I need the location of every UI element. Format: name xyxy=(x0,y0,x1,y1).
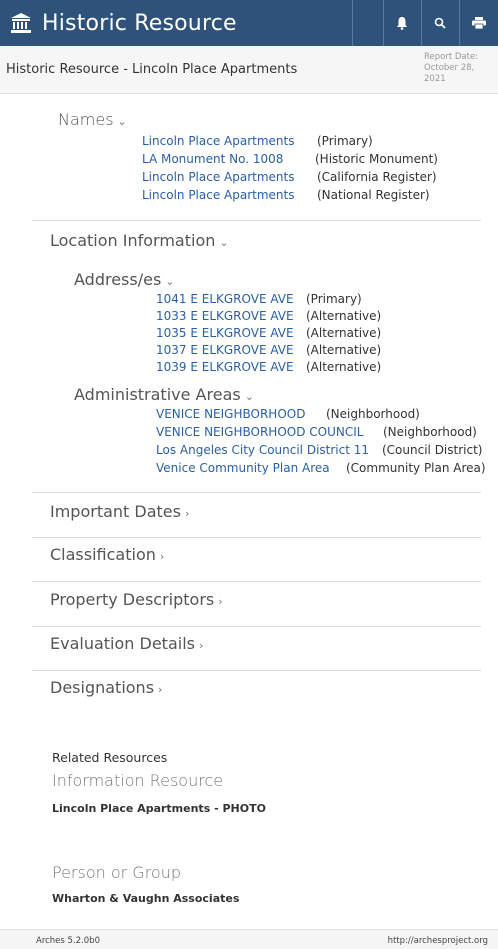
address-type: (Alternative) xyxy=(306,360,382,374)
chevron-down-icon: ⌄ xyxy=(219,236,229,249)
printer-icon xyxy=(472,17,486,29)
chevron-right-icon: › xyxy=(218,595,223,608)
name-type: (Historic Monument) xyxy=(315,152,438,166)
admin-area-row: Venice Community Plan Area (Community Pl… xyxy=(156,461,486,475)
report-title: Historic Resource - Lincoln Place Apartm… xyxy=(6,62,298,77)
chevron-down-icon: ⌄ xyxy=(117,115,127,128)
address-row: 1041 E ELKGROVE AVE (Primary) xyxy=(156,292,362,306)
name-type: (Primary) xyxy=(317,134,373,148)
version-label: Arches 5.2.0b0 xyxy=(36,936,100,946)
admin-area-type: (Neighborhood) xyxy=(383,425,477,439)
arches-link[interactable]: http://archesproject.org xyxy=(388,936,488,946)
report-date-label: Report Date: xyxy=(424,52,479,62)
section-label: Evaluation Details xyxy=(50,634,195,653)
related-group-type: Person or Group xyxy=(52,863,182,882)
admin-area-type: (Council District) xyxy=(382,443,483,457)
name-row: Lincoln Place Apartments (National Regis… xyxy=(142,188,430,202)
name-type: (California Register) xyxy=(317,170,437,184)
chevron-right-icon: › xyxy=(158,683,163,696)
admin-area-row: VENICE NEIGHBORHOOD (Neighborhood) xyxy=(156,407,420,421)
admin-areas-toggle[interactable]: Administrative Areas ⌄ xyxy=(74,385,254,404)
museum-icon xyxy=(6,8,36,38)
address-type: (Alternative) xyxy=(306,326,382,340)
names-toggle[interactable]: Names ⌄ xyxy=(58,110,127,129)
admin-area-row: VENICE NEIGHBORHOOD COUNCIL (Neighborhoo… xyxy=(156,425,477,439)
section-important-dates[interactable]: Important Dates › xyxy=(50,502,189,521)
admin-area-type: (Community Plan Area) xyxy=(346,461,486,475)
name-link[interactable]: Lincoln Place Apartments xyxy=(142,170,295,184)
admin-area-type: (Neighborhood) xyxy=(326,407,420,421)
report-date: Report Date: October 28, 2021 xyxy=(424,52,494,85)
related-resources-label: Related Resources xyxy=(52,750,168,765)
section-classification[interactable]: Classification › xyxy=(50,545,164,564)
name-row: LA Monument No. 1008 (Historic Monument) xyxy=(142,152,438,166)
notifications-button[interactable] xyxy=(384,0,420,46)
chevron-right-icon: › xyxy=(198,639,204,652)
section-property-descriptors[interactable]: Property Descriptors › xyxy=(50,590,223,609)
name-link[interactable]: Lincoln Place Apartments xyxy=(142,188,295,202)
divider xyxy=(32,670,481,671)
section-evaluation-details[interactable]: Evaluation Details › xyxy=(50,634,203,653)
name-row: Lincoln Place Apartments (Primary) xyxy=(142,134,373,148)
related-group-type: Information Resource xyxy=(52,771,224,790)
name-link[interactable]: Lincoln Place Apartments xyxy=(142,134,295,148)
admin-areas-heading: Administrative Areas xyxy=(74,385,241,404)
name-link[interactable]: LA Monument No. 1008 xyxy=(142,152,283,166)
address-row: 1039 E ELKGROVE AVE (Alternative) xyxy=(156,360,381,374)
address-link[interactable]: 1041 E ELKGROVE AVE xyxy=(156,292,294,306)
chevron-right-icon: › xyxy=(184,507,190,520)
search-icon xyxy=(434,17,446,29)
address-row: 1035 E ELKGROVE AVE (Alternative) xyxy=(156,326,381,340)
report-date-value: October 28, 2021 xyxy=(424,63,475,84)
address-link[interactable]: 1033 E ELKGROVE AVE xyxy=(156,309,294,323)
print-button[interactable] xyxy=(460,0,498,46)
address-row: 1037 E ELKGROVE AVE (Alternative) xyxy=(156,343,381,357)
admin-area-link[interactable]: Los Angeles City Council District 11 xyxy=(156,443,369,457)
admin-area-link[interactable]: VENICE NEIGHBORHOOD COUNCIL xyxy=(156,425,363,439)
section-label: Designations xyxy=(50,678,155,697)
top-bar: Historic Resource xyxy=(0,0,498,46)
addresses-toggle[interactable]: Address/es ⌄ xyxy=(74,270,175,289)
address-type: (Alternative) xyxy=(306,309,382,323)
related-resource-link[interactable]: Lincoln Place Apartments - PHOTO xyxy=(52,802,266,815)
search-button[interactable] xyxy=(422,0,458,46)
admin-area-row: Los Angeles City Council District 11 (Co… xyxy=(156,443,482,457)
section-label: Property Descriptors xyxy=(50,590,215,609)
chevron-down-icon: ⌄ xyxy=(244,390,254,403)
separator xyxy=(352,0,353,46)
footer: Arches 5.2.0b0 http://archesproject.org xyxy=(0,929,498,949)
location-toggle[interactable]: Location Information ⌄ xyxy=(50,231,229,250)
report-header: Historic Resource - Lincoln Place Apartm… xyxy=(0,46,498,94)
admin-area-link[interactable]: Venice Community Plan Area xyxy=(156,461,330,475)
app-title: Historic Resource xyxy=(42,10,237,36)
divider xyxy=(32,492,481,493)
bell-icon xyxy=(397,17,407,30)
name-type: (National Register) xyxy=(317,188,430,202)
address-link[interactable]: 1039 E ELKGROVE AVE xyxy=(156,360,294,374)
names-heading: Names xyxy=(58,110,114,129)
admin-area-link[interactable]: VENICE NEIGHBORHOOD xyxy=(156,407,305,421)
chevron-right-icon: › xyxy=(159,550,165,563)
divider xyxy=(32,537,481,538)
addresses-heading: Address/es xyxy=(74,270,162,289)
related-resource-link[interactable]: Wharton & Vaughn Associates xyxy=(52,892,239,905)
section-designations[interactable]: Designations › xyxy=(50,678,162,697)
chevron-down-icon: ⌄ xyxy=(165,275,175,288)
section-label: Important Dates xyxy=(50,502,181,521)
divider xyxy=(32,220,481,221)
location-heading: Location Information xyxy=(50,231,216,250)
address-type: (Alternative) xyxy=(306,343,382,357)
address-link[interactable]: 1035 E ELKGROVE AVE xyxy=(156,326,294,340)
address-type: (Primary) xyxy=(306,292,362,306)
divider xyxy=(32,626,481,627)
section-label: Classification xyxy=(50,545,156,564)
divider xyxy=(32,581,481,582)
address-link[interactable]: 1037 E ELKGROVE AVE xyxy=(156,343,294,357)
name-row: Lincoln Place Apartments (California Reg… xyxy=(142,170,437,184)
address-row: 1033 E ELKGROVE AVE (Alternative) xyxy=(156,309,381,323)
